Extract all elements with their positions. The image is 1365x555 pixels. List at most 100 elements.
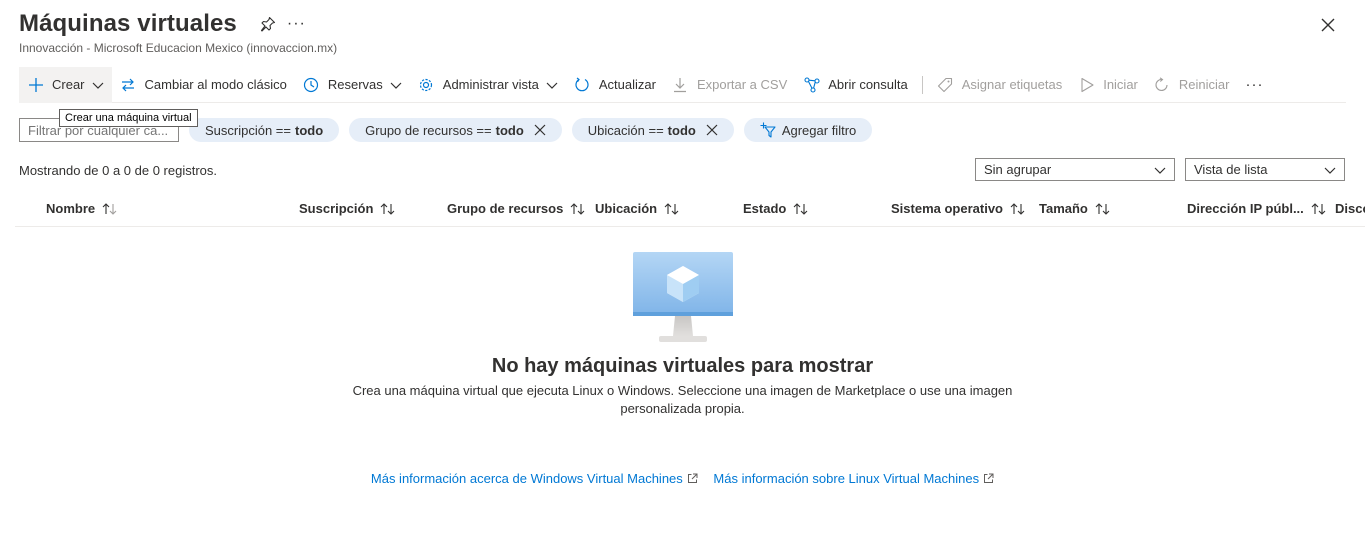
chevron-down-icon	[92, 79, 104, 91]
empty-state: No hay máquinas virtuales para mostrar C…	[0, 250, 1365, 418]
sort-icon	[570, 202, 586, 216]
clock-icon	[303, 76, 320, 93]
reservations-label: Reservas	[327, 77, 383, 92]
grouping-value: Sin agrupar	[984, 162, 1052, 177]
column-label: Dirección IP públ...	[1187, 201, 1304, 216]
open-query-button[interactable]: Abrir consulta	[795, 67, 915, 103]
switch-arrows-icon	[120, 76, 137, 93]
column-label: Grupo de recursos	[447, 201, 564, 216]
column-label: Ubicación	[595, 201, 658, 216]
column-header-location[interactable]: Ubicación	[595, 201, 680, 216]
view-dropdown[interactable]: Vista de lista	[1185, 158, 1345, 181]
page-title: Máquinas virtuales	[19, 10, 237, 37]
sort-icon	[664, 202, 680, 216]
link-label: Más información acerca de Windows Virtua…	[370, 471, 683, 486]
export-csv-button[interactable]: Exportar a CSV	[664, 67, 795, 103]
close-icon[interactable]	[706, 124, 718, 136]
create-label: Crear	[52, 77, 85, 92]
grouping-dropdown[interactable]: Sin agrupar	[975, 158, 1175, 181]
chevron-down-icon	[1324, 164, 1336, 176]
column-header-status[interactable]: Estado	[743, 201, 809, 216]
refresh-icon	[574, 76, 591, 93]
column-header-disks[interactable]: Disco	[1335, 201, 1365, 216]
view-value: Vista de lista	[1194, 162, 1268, 177]
sort-icon	[1010, 202, 1026, 216]
restart-button[interactable]: Reiniciar	[1146, 67, 1238, 103]
more-commands-button[interactable]: ···	[1237, 67, 1271, 103]
sort-icon	[380, 202, 396, 216]
add-filter-button[interactable]: Agregar filtro	[743, 118, 873, 142]
reservations-button[interactable]: Reservas	[295, 67, 410, 103]
chevron-down-icon	[390, 79, 402, 91]
query-graph-icon	[803, 76, 820, 93]
filter-value: todo	[295, 122, 324, 138]
toolbar-divider	[921, 75, 923, 94]
filter-value: todo	[667, 122, 696, 138]
column-label: Sistema operativo	[891, 201, 1003, 216]
start-label: Iniciar	[1103, 77, 1138, 92]
empty-state-description: Crea una máquina virtual que ejecuta Lin…	[0, 382, 1365, 418]
switch-classic-button[interactable]: Cambiar al modo clásico	[112, 67, 295, 103]
column-label: Disco	[1335, 201, 1365, 216]
manage-view-label: Administrar vista	[442, 77, 539, 92]
sort-icon	[1095, 202, 1111, 216]
manage-view-button[interactable]: Administrar vista	[410, 67, 566, 103]
chevron-down-icon	[546, 79, 558, 91]
chevron-down-icon	[1154, 164, 1166, 176]
switch-classic-label: Cambiar al modo clásico	[144, 77, 287, 92]
learn-more-links: Más información acerca de Windows Virtua…	[0, 471, 1365, 486]
empty-state-description-line: personalizada propia.	[620, 401, 745, 416]
play-icon	[1078, 76, 1095, 93]
virtual-machine-icon	[631, 250, 735, 346]
command-bar: Crear Cambiar al modo clásico Reservas A…	[19, 66, 1346, 103]
add-filter-label: Agregar filtro	[781, 122, 857, 138]
sort-icon	[102, 202, 118, 216]
close-icon[interactable]	[1319, 16, 1337, 34]
refresh-button[interactable]: Actualizar	[566, 67, 664, 103]
column-header-subscription[interactable]: Suscripción	[299, 201, 396, 216]
start-button[interactable]: Iniciar	[1070, 67, 1146, 103]
sort-icon	[1311, 202, 1327, 216]
export-csv-label: Exportar a CSV	[696, 77, 788, 92]
column-label: Nombre	[46, 201, 96, 216]
linux-vm-learn-more-link[interactable]: Más información sobre Linux Virtual Mach…	[713, 471, 994, 486]
filter-label: Ubicación ==	[587, 122, 664, 138]
restart-icon	[1154, 76, 1171, 93]
page-header: Máquinas virtuales ··· Innovacción - Mic…	[19, 10, 337, 55]
gear-icon	[418, 76, 435, 93]
column-label: Tamaño	[1039, 201, 1088, 216]
create-button[interactable]: Crear	[19, 66, 112, 103]
external-link-icon	[983, 473, 994, 484]
plus-icon	[27, 76, 44, 93]
pin-icon[interactable]	[259, 15, 277, 33]
column-label: Estado	[743, 201, 787, 216]
tag-icon	[937, 76, 954, 93]
filter-pill-location[interactable]: Ubicación == todo	[571, 118, 734, 142]
more-icon[interactable]: ···	[287, 15, 306, 33]
empty-state-title: No hay máquinas virtuales para mostrar	[491, 355, 874, 377]
column-header-resource-group[interactable]: Grupo de recursos	[447, 201, 586, 216]
close-icon[interactable]	[534, 124, 546, 136]
records-count: Mostrando de 0 a 0 de 0 registros.	[19, 163, 218, 178]
refresh-label: Actualizar	[598, 77, 656, 92]
column-header-public-ip[interactable]: Dirección IP públ...	[1187, 201, 1327, 216]
restart-label: Reiniciar	[1178, 77, 1230, 92]
filter-pill-subscription[interactable]: Suscripción == todo	[189, 118, 340, 142]
more-icon: ···	[1245, 76, 1264, 93]
assign-tags-label: Asignar etiquetas	[961, 77, 1063, 92]
column-header-size[interactable]: Tamaño	[1039, 201, 1111, 216]
filter-label: Grupo de recursos ==	[365, 122, 492, 138]
filter-pill-resource-group[interactable]: Grupo de recursos == todo	[349, 118, 562, 142]
empty-state-description-line: Crea una máquina virtual que ejecuta Lin…	[352, 383, 1013, 398]
assign-tags-button[interactable]: Asignar etiquetas	[929, 67, 1070, 103]
column-header-os[interactable]: Sistema operativo	[891, 201, 1026, 216]
filter-label: Suscripción ==	[205, 122, 291, 138]
add-filter-icon	[760, 122, 776, 138]
subscription-subtitle: Innovacción - Microsoft Educacion Mexico…	[19, 41, 338, 55]
column-header-name[interactable]: Nombre	[46, 201, 118, 216]
external-link-icon	[687, 473, 698, 484]
windows-vm-learn-more-link[interactable]: Más información acerca de Windows Virtua…	[371, 471, 698, 486]
column-label: Suscripción	[299, 201, 374, 216]
create-tooltip: Crear una máquina virtual	[59, 109, 198, 127]
sort-icon	[793, 202, 809, 216]
